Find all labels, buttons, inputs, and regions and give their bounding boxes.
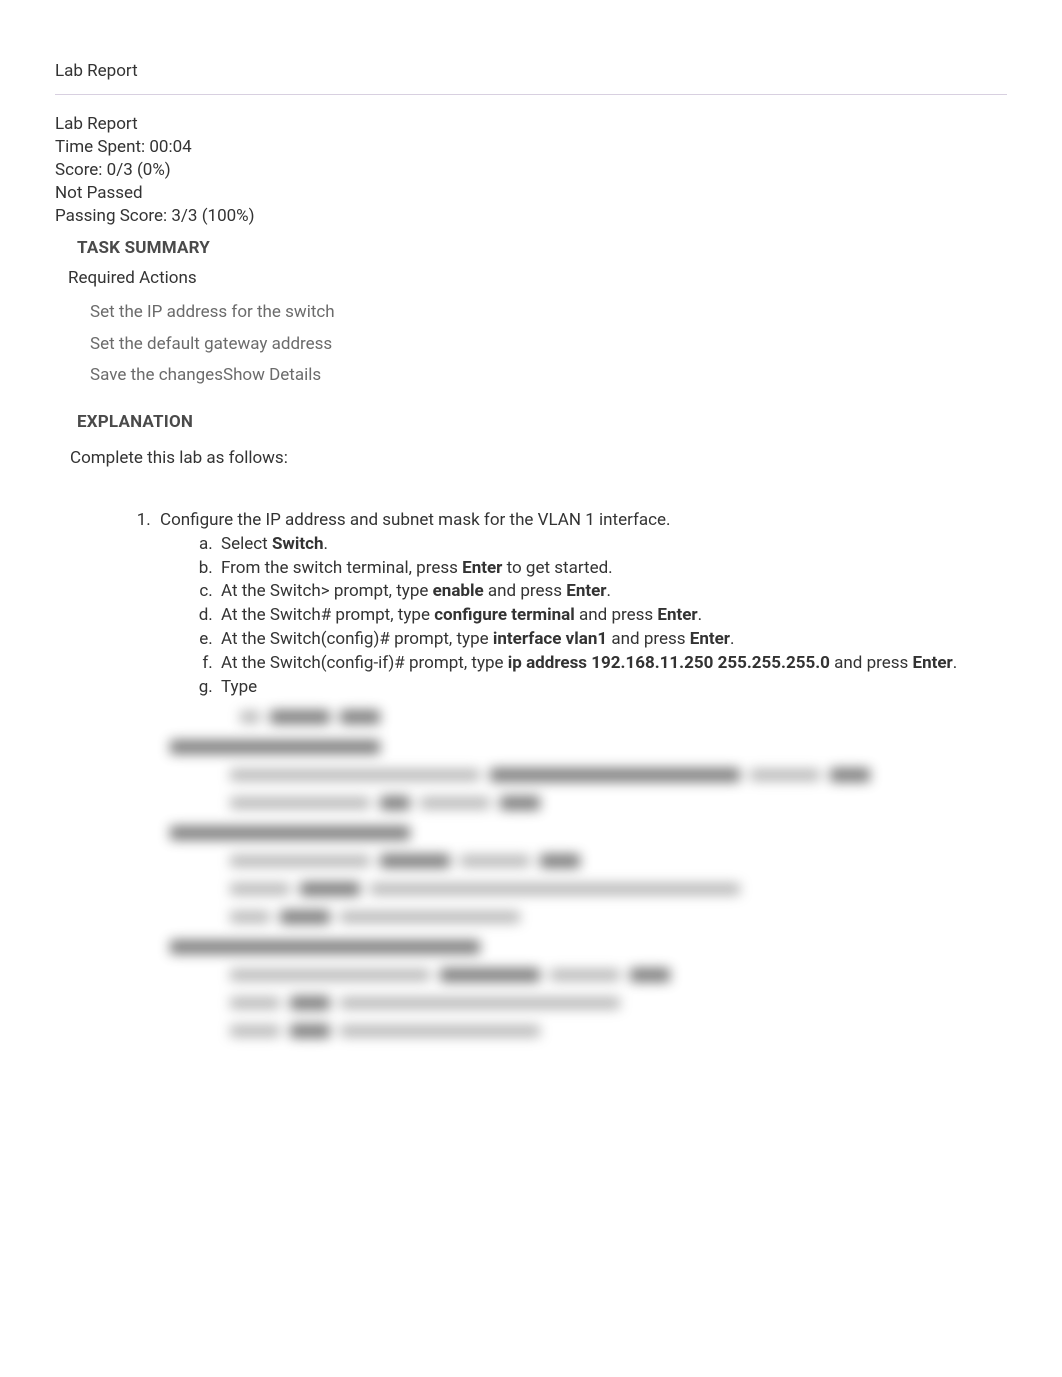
complete-text: Complete this lab as follows: xyxy=(70,447,1007,471)
actions-list: Set the IP address for the switch Set th… xyxy=(90,297,1007,391)
show-details-link[interactable]: Show Details xyxy=(223,365,321,385)
action-item: Set the default gateway address xyxy=(90,329,1007,360)
page-title: Lab Report xyxy=(55,60,1007,84)
action-item: Save the changesShow Details xyxy=(90,360,1007,391)
step-1: Configure the IP address and subnet mask… xyxy=(155,509,1007,699)
action-item: Set the IP address for the switch xyxy=(90,297,1007,328)
status: Not Passed xyxy=(55,182,1007,205)
step-1d: At the Switch# prompt, type configure te… xyxy=(217,604,1007,628)
step-1f: At the Switch(config-if)# prompt, type i… xyxy=(217,652,1007,676)
header-block: Lab Report Time Spent: 00:04 Score: 0/3 … xyxy=(55,113,1007,228)
score: Score: 0/3 (0%) xyxy=(55,159,1007,182)
score-value: 0/3 (0%) xyxy=(107,160,171,180)
task-summary-heading: TASK SUMMARY xyxy=(77,237,1007,261)
passing-score: Passing Score: 3/3 (100%) xyxy=(55,205,1007,228)
steps-list: Configure the IP address and subnet mask… xyxy=(135,509,1007,699)
time-spent: Time Spent: 00:04 xyxy=(55,136,1007,159)
step-1e: At the Switch(config)# prompt, type inte… xyxy=(217,628,1007,652)
step-1b: From the switch terminal, press Enter to… xyxy=(217,557,1007,581)
step-1c: At the Switch> prompt, type enable and p… xyxy=(217,580,1007,604)
report-title: Lab Report xyxy=(55,113,1007,136)
time-spent-value: 00:04 xyxy=(149,137,191,157)
score-label: Score: xyxy=(55,160,107,180)
step-1-substeps: Select Switch. From the switch terminal,… xyxy=(195,533,1007,700)
action-item-text: Save the changes xyxy=(90,365,223,385)
passing-label: Passing Score: xyxy=(55,206,171,226)
divider xyxy=(55,94,1007,95)
step-1a: Select Switch. xyxy=(217,533,1007,557)
time-spent-label: Time Spent: xyxy=(55,137,149,157)
required-actions-label: Required Actions xyxy=(68,267,1007,291)
step-1g: Type xyxy=(217,676,1007,700)
explanation-heading: EXPLANATION xyxy=(77,411,1007,435)
passing-value: 3/3 (100%) xyxy=(171,206,254,226)
step-1-title: Configure the IP address and subnet mask… xyxy=(160,510,671,530)
blurred-content xyxy=(110,705,1007,1043)
